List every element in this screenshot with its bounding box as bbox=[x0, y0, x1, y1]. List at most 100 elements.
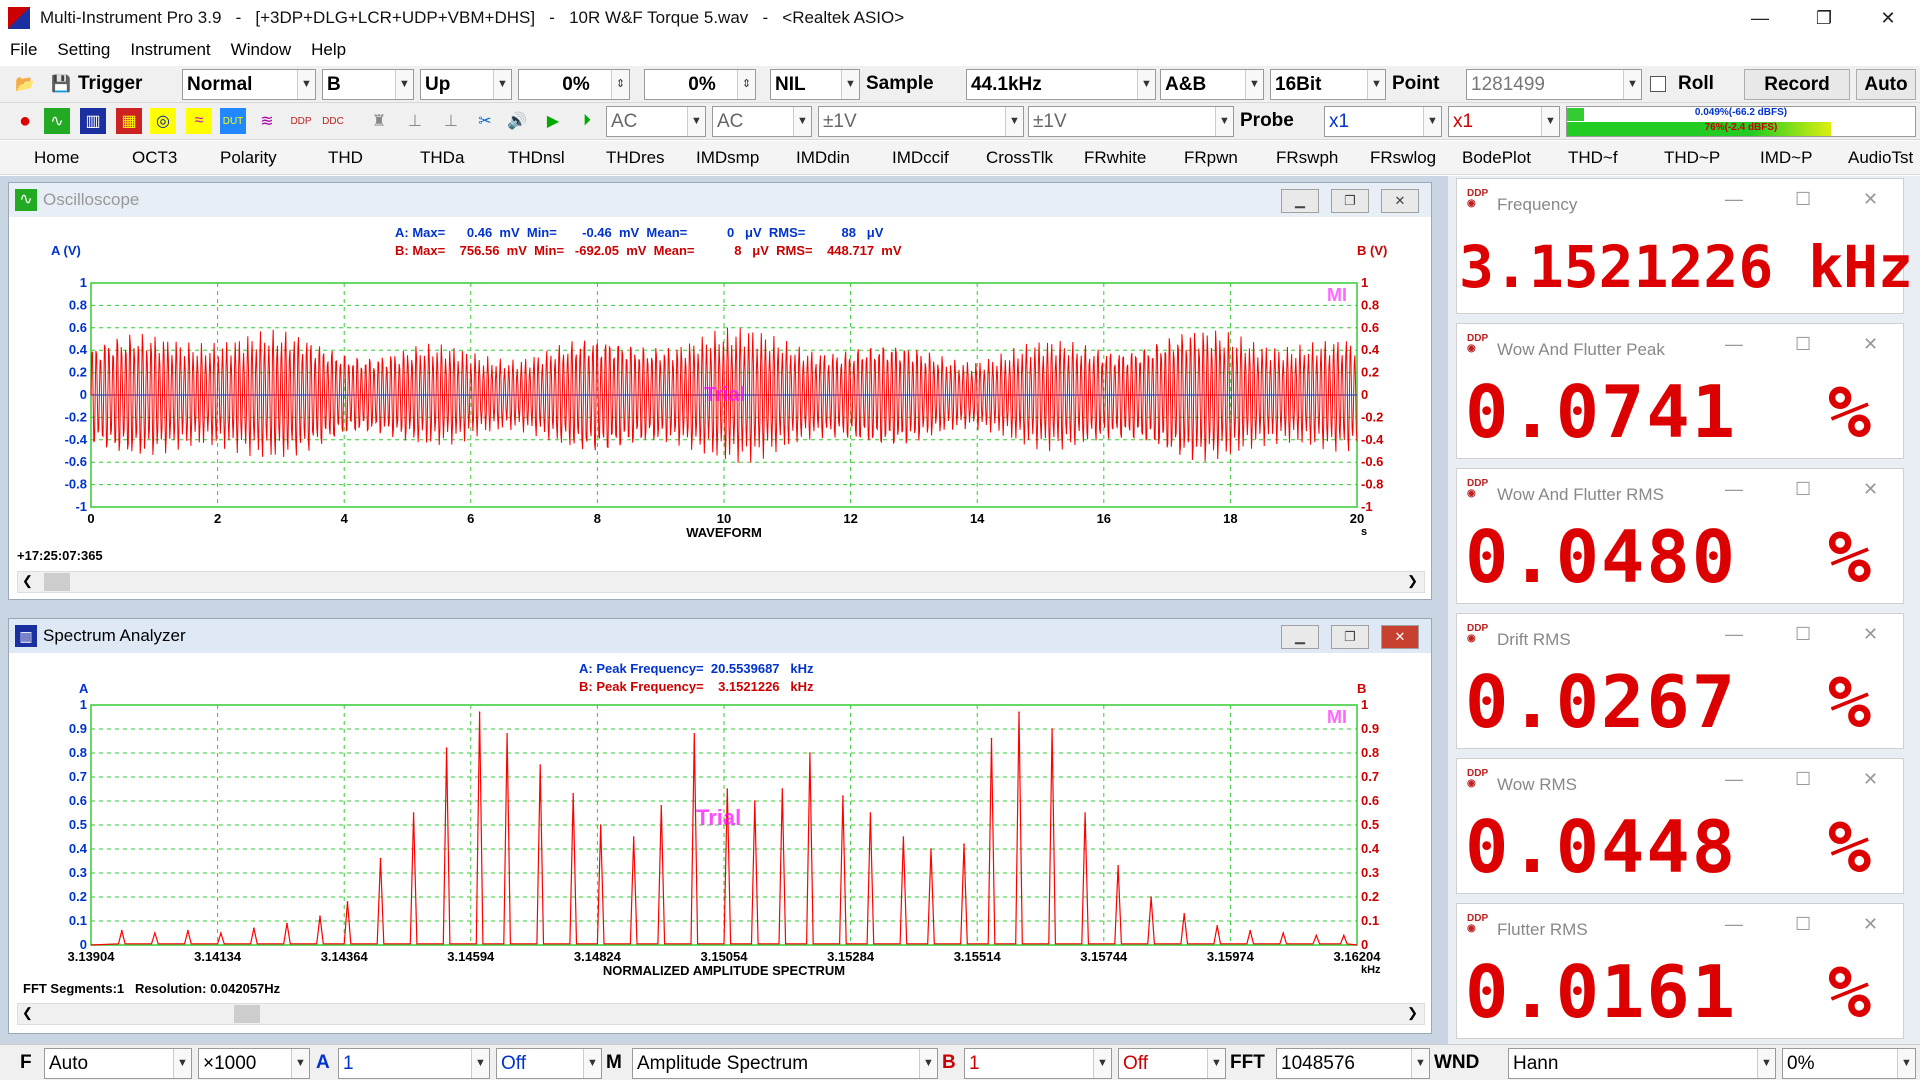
record-button[interactable]: Record bbox=[1744, 69, 1850, 100]
scroll-thumb[interactable] bbox=[234, 1005, 260, 1023]
lissajous-icon[interactable]: ◎ bbox=[150, 108, 176, 134]
spectrum-icon[interactable]: ▥ bbox=[80, 108, 106, 134]
close-icon[interactable]: ✕ bbox=[1863, 914, 1878, 935]
probe-a-select[interactable]: x1 ▼ bbox=[1324, 106, 1442, 137]
bell-icon[interactable]: ♜ bbox=[366, 108, 392, 134]
tab-audiotst[interactable]: AudioTst bbox=[1848, 141, 1913, 175]
minimize-icon[interactable]: — bbox=[1725, 769, 1743, 790]
scroll-left-icon[interactable]: ❮ bbox=[22, 573, 33, 589]
save-icon[interactable]: 💾 bbox=[48, 71, 74, 97]
tab-bodeplot[interactable]: BodePlot bbox=[1462, 141, 1531, 175]
maximize-icon[interactable]: ☐ bbox=[1795, 914, 1811, 935]
a-off-select[interactable]: Off ▼ bbox=[496, 1048, 602, 1079]
tab-thdres[interactable]: THDres bbox=[606, 141, 665, 175]
tab-frwhite[interactable]: FRwhite bbox=[1084, 141, 1146, 175]
speaker-icon[interactable]: 🔊 bbox=[504, 108, 530, 134]
close-button[interactable]: ✕ bbox=[1856, 0, 1920, 36]
trigger-label[interactable]: Trigger bbox=[78, 68, 142, 99]
tab-home[interactable]: Home bbox=[34, 141, 79, 175]
tab-imdccif[interactable]: IMDccif bbox=[892, 141, 949, 175]
tab-frswlog[interactable]: FRswlog bbox=[1370, 141, 1436, 175]
close-button[interactable]: ✕ bbox=[1381, 625, 1419, 649]
trigger-delay-stepper[interactable]: 0% ⇕ bbox=[644, 69, 756, 100]
scroll-thumb[interactable] bbox=[44, 573, 70, 591]
tab-thda[interactable]: THDa bbox=[420, 141, 464, 175]
spec-scrollbar[interactable]: ❮ ❯ bbox=[17, 1003, 1425, 1025]
spectrum-plot[interactable]: 3.13904 3.14134 3.14364 3.14594 3.14824 3.150… bbox=[9, 699, 1433, 999]
mode-select[interactable]: Amplitude Spectrum ▼ bbox=[632, 1048, 938, 1079]
coupling-b-select[interactable]: AC ▼ bbox=[712, 106, 812, 137]
tab-imd-p[interactable]: IMD~P bbox=[1760, 141, 1812, 175]
tab-oct3[interactable]: OCT3 bbox=[132, 141, 177, 175]
minimize-icon[interactable]: — bbox=[1725, 914, 1743, 935]
osc-scrollbar[interactable]: ❮ ❯ bbox=[17, 571, 1425, 593]
minimize-icon[interactable]: — bbox=[1725, 479, 1743, 500]
tab-thd[interactable]: THD bbox=[328, 141, 363, 175]
minimize-button[interactable]: — bbox=[1728, 0, 1792, 36]
minimize-icon[interactable]: — bbox=[1725, 189, 1743, 210]
menu-setting[interactable]: Setting bbox=[47, 40, 120, 60]
points-select[interactable]: 1281499 ▼ bbox=[1466, 69, 1642, 100]
scroll-left-icon[interactable]: ❮ bbox=[22, 1005, 33, 1021]
dut-icon[interactable]: DUT bbox=[220, 108, 246, 134]
maximize-icon[interactable]: ☐ bbox=[1795, 769, 1811, 790]
tab-frpwn[interactable]: FRpwn bbox=[1184, 141, 1238, 175]
menu-window[interactable]: Window bbox=[221, 40, 301, 60]
a-avg-select[interactable]: 1 ▼ bbox=[338, 1048, 490, 1079]
calibrate-a-icon[interactable]: ⊥ bbox=[402, 108, 428, 134]
maximize-icon[interactable]: ☐ bbox=[1795, 479, 1811, 500]
oscilloscope-icon[interactable]: ∿ bbox=[44, 108, 70, 134]
trigger-channel-select[interactable]: B ▼ bbox=[322, 69, 414, 100]
window-select[interactable]: Hann ▼ bbox=[1508, 1048, 1776, 1079]
range-a-select[interactable]: ±1V ▼ bbox=[818, 106, 1024, 137]
minimize-button[interactable]: ▁ bbox=[1281, 189, 1319, 213]
scroll-right-icon[interactable]: ❯ bbox=[1407, 1005, 1418, 1021]
trigger-edge-select[interactable]: Up ▼ bbox=[420, 69, 512, 100]
b-off-select[interactable]: Off ▼ bbox=[1118, 1048, 1226, 1079]
menu-instrument[interactable]: Instrument bbox=[120, 40, 220, 60]
minimize-icon[interactable]: — bbox=[1725, 334, 1743, 355]
menu-help[interactable]: Help bbox=[301, 40, 356, 60]
tab-frswph[interactable]: FRswph bbox=[1276, 141, 1338, 175]
oscilloscope-plot[interactable]: 0 2 4 6 8 10 12 14 16 18 201 10.8 0.80.6 0.60.4 0.40.2… bbox=[9, 263, 1433, 573]
close-icon[interactable]: ✕ bbox=[1863, 189, 1878, 210]
channels-select[interactable]: A&B ▼ bbox=[1160, 69, 1264, 100]
nil-select[interactable]: NIL ▼ bbox=[770, 69, 860, 100]
record-dot-icon[interactable]: ● bbox=[12, 108, 38, 134]
freq-range-select[interactable]: Auto ▼ bbox=[44, 1048, 192, 1079]
close-icon[interactable]: ✕ bbox=[1863, 334, 1878, 355]
close-icon[interactable]: ✕ bbox=[1863, 769, 1878, 790]
tab-crosstlk[interactable]: CrossTlk bbox=[986, 141, 1053, 175]
maximize-icon[interactable]: ☐ bbox=[1795, 334, 1811, 355]
bits-select[interactable]: 16Bit ▼ bbox=[1270, 69, 1386, 100]
ddp-icon[interactable]: DDP bbox=[288, 108, 314, 134]
close-button[interactable]: ✕ bbox=[1381, 189, 1419, 213]
play-icon[interactable]: ▶ bbox=[540, 108, 566, 134]
coupling-a-select[interactable]: AC ▼ bbox=[606, 106, 706, 137]
waveform-icon[interactable]: ≈ bbox=[186, 108, 212, 134]
minimize-icon[interactable]: — bbox=[1725, 624, 1743, 645]
tab-polarity[interactable]: Polarity bbox=[220, 141, 277, 175]
tab-imddin[interactable]: IMDdin bbox=[796, 141, 850, 175]
restore-button[interactable]: ❐ bbox=[1331, 625, 1369, 649]
minimize-button[interactable]: ▁ bbox=[1281, 625, 1319, 649]
close-icon[interactable]: ✕ bbox=[1863, 624, 1878, 645]
probe-b-select[interactable]: x1 ▼ bbox=[1448, 106, 1560, 137]
tab-thdnsl[interactable]: THDnsl bbox=[508, 141, 565, 175]
play-step-icon[interactable]: ⏵ bbox=[574, 108, 600, 134]
maximize-icon[interactable]: ☐ bbox=[1795, 189, 1811, 210]
fft-size-select[interactable]: 1048576 ▼ bbox=[1276, 1048, 1430, 1079]
tab-imdsmp[interactable]: IMDsmp bbox=[696, 141, 759, 175]
calibrate-b-icon[interactable]: ⊥ bbox=[438, 108, 464, 134]
zoom-select[interactable]: ×1000 ▼ bbox=[198, 1048, 310, 1079]
generator-icon[interactable]: ≋ bbox=[254, 108, 280, 134]
menu-file[interactable]: File bbox=[0, 40, 47, 60]
close-icon[interactable]: ✕ bbox=[1863, 479, 1878, 500]
maximize-icon[interactable]: ☐ bbox=[1795, 624, 1811, 645]
roll-checkbox[interactable] bbox=[1650, 76, 1666, 92]
trigger-mode-select[interactable]: Normal ▼ bbox=[182, 69, 316, 100]
auto-button[interactable]: Auto bbox=[1856, 69, 1916, 100]
overlap-select[interactable]: 0% ▼ bbox=[1782, 1048, 1916, 1079]
spectrum3d-icon[interactable]: ▦ bbox=[116, 108, 142, 134]
restore-button[interactable]: ❐ bbox=[1331, 189, 1369, 213]
